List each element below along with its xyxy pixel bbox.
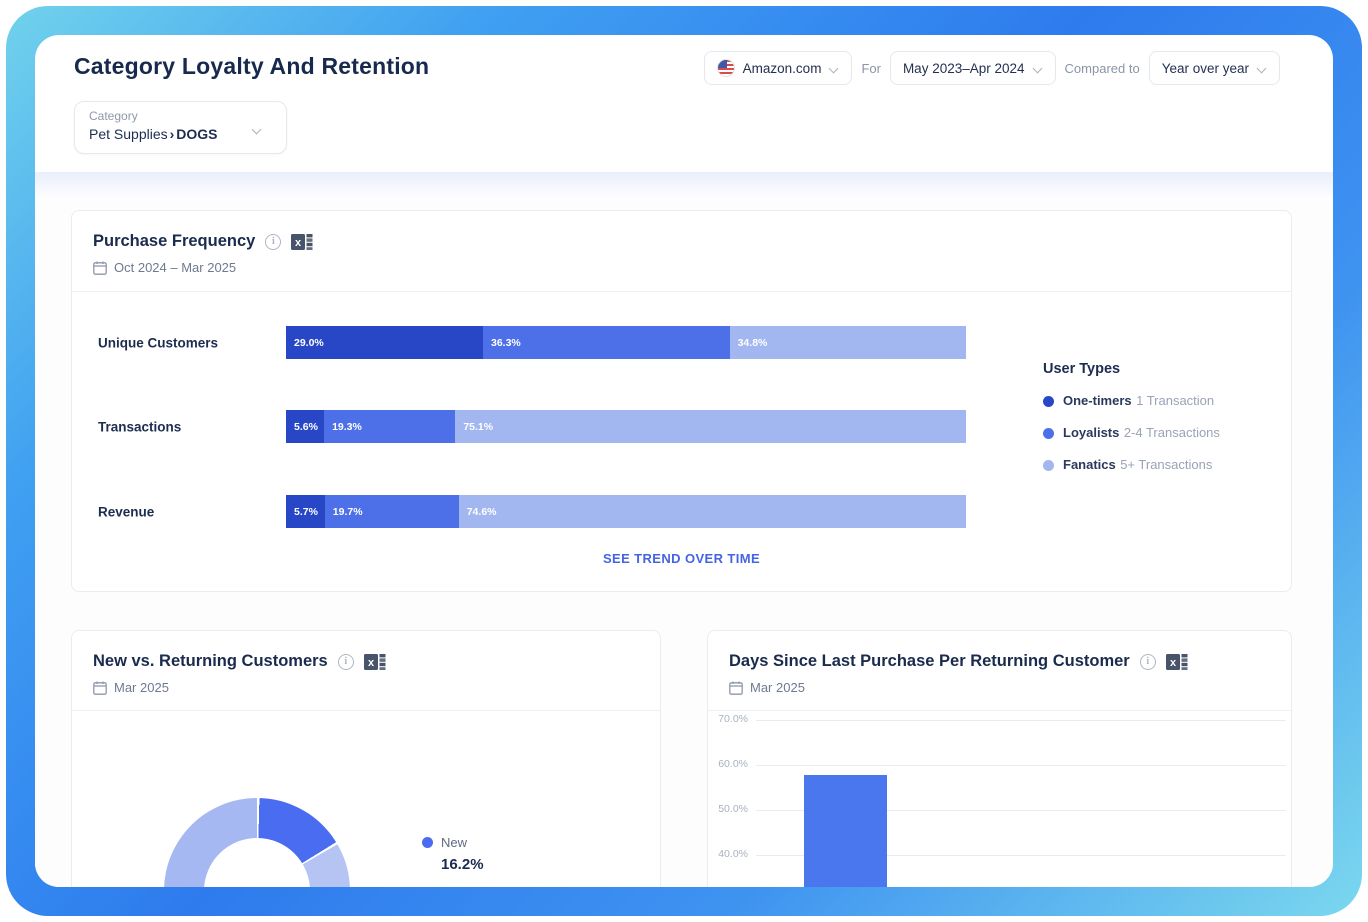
bar-segment: 5.6%	[286, 410, 324, 443]
category-selector-value: Pet Supplies›DOGS	[89, 126, 272, 142]
us-flag-icon	[717, 59, 735, 77]
legend-desc: 1 Transaction	[1136, 393, 1214, 408]
bar-segment: 75.1%	[455, 410, 966, 443]
dashboard-panel: Category Loyalty And Retention Amazon.co…	[35, 35, 1333, 887]
bar-segment: 74.6%	[459, 495, 966, 528]
info-icon[interactable]: i	[338, 654, 354, 670]
calendar-icon	[93, 261, 107, 275]
legend-new-label: New	[441, 835, 467, 850]
legend-desc: 5+ Transactions	[1120, 457, 1212, 472]
gridline	[756, 720, 1286, 721]
legend-name: Fanatics	[1063, 457, 1116, 472]
calendar-icon	[93, 681, 107, 695]
y-axis-tick: 50.0%	[708, 803, 748, 815]
donut-chart	[164, 798, 350, 887]
legend-dot	[1043, 460, 1054, 471]
excel-export-icon[interactable]: x	[291, 233, 313, 251]
legend-new-value: 16.2%	[441, 856, 484, 873]
legend-dot	[1043, 396, 1054, 407]
bar-segment: 29.0%	[286, 326, 483, 359]
legend-item: One-timers 1 Transaction	[1043, 393, 1220, 409]
divider	[72, 710, 660, 711]
comparison-selector[interactable]: Year over year	[1149, 51, 1280, 85]
for-label: For	[861, 61, 881, 76]
legend-title: User Types	[1043, 361, 1220, 377]
legend-desc: 2-4 Transactions	[1124, 425, 1220, 440]
bar-segment: 19.7%	[325, 495, 459, 528]
comparison-value: Year over year	[1162, 61, 1249, 76]
purchase-frequency-title: Purchase Frequency	[93, 232, 255, 251]
page-title: Category Loyalty And Retention	[74, 53, 429, 80]
purchase-frequency-date: Oct 2024 – Mar 2025	[114, 260, 236, 275]
new-vs-returning-card: New vs. Returning Customers i x Mar 2025	[71, 630, 661, 887]
legend-dot	[1043, 428, 1054, 439]
donut-legend: New 16.2%	[422, 835, 484, 873]
new-vs-returning-title: New vs. Returning Customers	[93, 652, 328, 671]
header-controls: Amazon.com For May 2023–Apr 2024 Compare…	[704, 51, 1280, 85]
chevron-down-icon	[252, 124, 262, 134]
legend-name: One-timers	[1063, 393, 1132, 408]
column-bar	[804, 775, 887, 887]
bar-segment: 34.8%	[730, 326, 966, 359]
row-label: Unique Customers	[98, 335, 218, 350]
stacked-bar-row: Revenue 5.7%19.7%74.6%	[72, 495, 1291, 528]
category-selector-label: Category	[89, 109, 272, 123]
page: Category Loyalty And Retention Amazon.co…	[0, 0, 1368, 922]
svg-text:x: x	[368, 657, 375, 669]
compared-to-label: Compared to	[1065, 61, 1140, 76]
chevron-down-icon	[829, 63, 839, 73]
legend-item: Fanatics 5+ Transactions	[1043, 457, 1220, 473]
purchase-frequency-card: Purchase Frequency i x Oct 2024 – Mar 20…	[71, 210, 1292, 592]
legend-item: Loyalists 2-4 Transactions	[1043, 425, 1220, 441]
site-selector[interactable]: Amazon.com	[704, 51, 853, 85]
legend-dot	[422, 837, 433, 848]
y-axis-tick: 70.0%	[708, 713, 748, 725]
new-vs-returning-date: Mar 2025	[114, 680, 169, 695]
see-trend-link[interactable]: SEE TREND OVER TIME	[72, 551, 1291, 566]
excel-export-icon[interactable]: x	[364, 653, 386, 671]
days-since-card: Days Since Last Purchase Per Returning C…	[707, 630, 1292, 887]
date-range-selector[interactable]: May 2023–Apr 2024	[890, 51, 1056, 85]
legend-name: Loyalists	[1063, 425, 1119, 440]
chevron-down-icon	[1257, 63, 1267, 73]
user-types-legend: User Types One-timers 1 Transaction Loyal…	[1043, 361, 1220, 489]
y-axis-tick: 40.0%	[708, 848, 748, 860]
chevron-down-icon	[1033, 63, 1043, 73]
bar-segment: 5.7%	[286, 495, 325, 528]
site-selector-value: Amazon.com	[743, 61, 822, 76]
header-fade-band	[35, 172, 1333, 200]
info-icon[interactable]: i	[265, 234, 281, 250]
column-chart: 70.0% 60.0% 50.0% 40.0%	[708, 631, 1291, 887]
bar-segment: 36.3%	[483, 326, 730, 359]
stacked-bar-row: Unique Customers 29.0%36.3%34.8%	[72, 326, 1291, 359]
row-label: Transactions	[98, 419, 181, 434]
date-range-value: May 2023–Apr 2024	[903, 61, 1025, 76]
y-axis-tick: 60.0%	[708, 758, 748, 770]
divider	[72, 291, 1291, 292]
donut-hole	[204, 838, 310, 887]
row-label: Revenue	[98, 504, 154, 519]
svg-text:x: x	[295, 237, 302, 249]
gridline	[756, 765, 1286, 766]
bar-segment: 19.3%	[324, 410, 455, 443]
category-selector[interactable]: Category Pet Supplies›DOGS	[74, 101, 287, 154]
